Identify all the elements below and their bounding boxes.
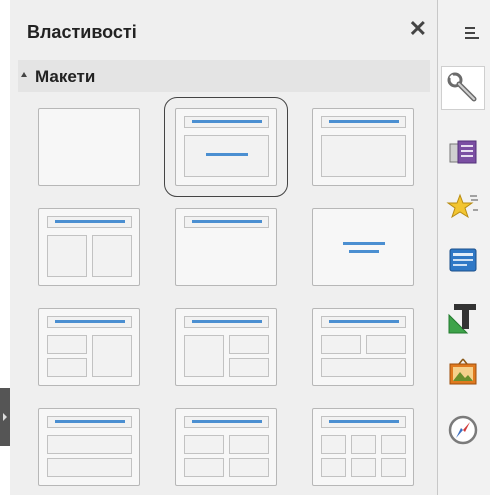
hamburger-menu-icon[interactable] (465, 27, 479, 41)
layout-title-two-content-content[interactable] (175, 308, 277, 386)
layout-centered-text[interactable] (312, 208, 414, 286)
layouts-section-title: Макети (35, 67, 96, 86)
layout-title-content-box[interactable] (312, 108, 414, 186)
layout-title-two-content-over-content[interactable] (312, 308, 414, 386)
layout-title-content-two-content[interactable] (38, 308, 140, 386)
layout-title-content-over-content[interactable] (38, 408, 140, 486)
navigator-compass-icon[interactable] (441, 408, 485, 452)
layout-title-content[interactable] (164, 97, 288, 197)
panel-title: Властивості (27, 22, 137, 42)
close-icon[interactable]: ✕ (409, 16, 427, 42)
layouts-grid (35, 97, 423, 488)
layout-title-only[interactable] (175, 208, 277, 286)
layout-blank-slide[interactable] (38, 108, 140, 186)
layout-title-two-content[interactable] (38, 208, 140, 286)
master-slides-icon[interactable] (441, 238, 485, 282)
wrench-properties-icon[interactable] (441, 66, 485, 110)
layout-title-six-content[interactable] (312, 408, 414, 486)
properties-panel: Властивості ✕ Макети (10, 0, 438, 495)
sidebar-resize-handle[interactable] (0, 388, 10, 446)
slide-transition-icon[interactable] (441, 130, 485, 174)
gallery-icon[interactable] (441, 350, 485, 394)
collapse-arrow-icon[interactable] (21, 72, 27, 77)
styles-text-icon[interactable] (441, 296, 485, 340)
layout-title-four-content[interactable] (175, 408, 277, 486)
animation-star-icon[interactable] (441, 185, 485, 229)
